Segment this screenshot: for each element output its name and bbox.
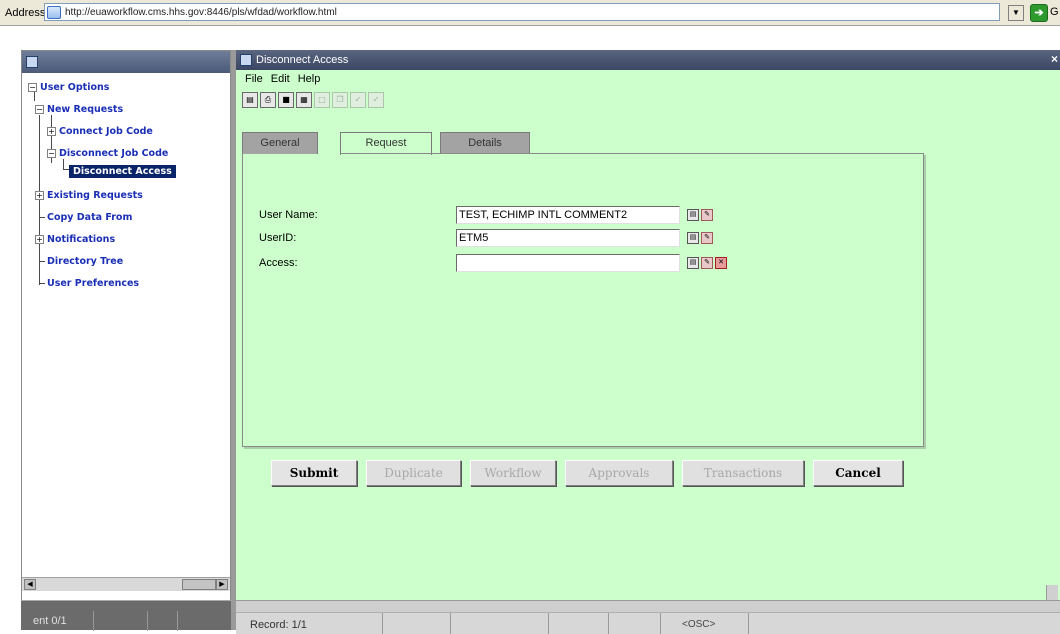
check-icon[interactable]: ✓ <box>350 92 366 108</box>
tree-item-existing-requests[interactable]: + Existing Requests <box>35 187 145 203</box>
go-arrow-icon[interactable]: ➔ <box>1030 4 1048 22</box>
expand-icon[interactable]: + <box>35 190 44 200</box>
collapse-icon[interactable]: − <box>35 104 44 114</box>
list-of-values-icon[interactable]: ▤ <box>687 257 699 269</box>
tree-item-disconnect-access[interactable]: Disconnect Access <box>69 163 176 179</box>
tree-item-connect-job-code[interactable]: + Connect Job Code <box>47 123 155 139</box>
menu-bar: File Edit Help <box>236 70 1060 88</box>
tree-item-user-preferences[interactable]: User Preferences <box>45 275 141 291</box>
toolbar: ▤ ⎙ ■ ▦ □ ❐ ✓ ✓ <box>242 90 386 110</box>
print-icon[interactable]: ⎙ <box>260 92 276 108</box>
page-icon <box>47 5 61 19</box>
edit-icon[interactable]: ✎ <box>701 209 713 221</box>
address-bar: Address http://euaworkflow.cms.hhs.gov:8… <box>0 0 1060 26</box>
expand-icon[interactable]: + <box>47 126 56 136</box>
mode-indicator: <OSC> <box>682 619 716 630</box>
edit-icon[interactable]: ✎ <box>701 257 713 269</box>
workflow-button[interactable]: Workflow <box>470 460 556 486</box>
scrollbar-corner <box>1046 585 1058 600</box>
status-divider <box>548 613 549 634</box>
scroll-right-icon[interactable]: ▶ <box>216 579 228 590</box>
form-status-bar: Record: 1/1 <OSC> <box>236 600 1060 634</box>
blank-doc-icon[interactable]: □ <box>314 92 330 108</box>
form-title: Disconnect Access <box>256 54 349 66</box>
status-divider <box>382 613 383 634</box>
delete-icon[interactable]: ✕ <box>715 257 727 269</box>
go-button[interactable]: G <box>1050 6 1059 18</box>
expand-icon[interactable]: + <box>35 234 44 244</box>
navigator-title-bar <box>22 51 230 73</box>
tab-panel-border <box>340 153 924 154</box>
navigator-panel: − User Options − New Requests + Connect … <box>21 50 231 604</box>
collapse-icon[interactable]: − <box>47 148 56 158</box>
status-divider <box>748 613 749 634</box>
menu-file[interactable]: File <box>245 73 263 85</box>
tree-item-disconnect-job-code[interactable]: − Disconnect Job Code <box>47 145 170 161</box>
url-text: http://euaworkflow.cms.hhs.gov:8446/pls/… <box>65 6 337 18</box>
status-divider <box>177 611 178 631</box>
tree-item-notifications[interactable]: + Notifications <box>35 231 117 247</box>
tree-item-user-options[interactable]: − User Options <box>28 79 111 95</box>
approvals-button[interactable]: Approvals <box>565 460 673 486</box>
duplicate-button[interactable]: Duplicate <box>366 460 461 486</box>
userid-actions: ▤ ✎ <box>687 232 715 244</box>
disk-icon[interactable]: ■ <box>278 92 294 108</box>
scroll-thumb[interactable] <box>182 579 216 590</box>
navigator-status-bar: ent 0/1 <box>21 600 231 631</box>
cancel-button[interactable]: Cancel <box>813 460 903 486</box>
close-icon[interactable]: × <box>1051 52 1058 66</box>
tree-item-directory-tree[interactable]: Directory Tree <box>45 253 125 269</box>
status-divider <box>147 611 148 631</box>
app-icon <box>26 56 38 68</box>
access-label: Access: <box>259 257 298 269</box>
request-tab-content: User Name: TEST, ECHIMP INTL COMMENT2 ▤ … <box>242 153 924 447</box>
tree-item-copy-data-from[interactable]: Copy Data From <box>45 209 134 225</box>
disconnect-access-window: Disconnect Access × File Edit Help ▤ ⎙ ■… <box>236 50 1060 634</box>
screen: Address http://euaworkflow.cms.hhs.gov:8… <box>0 0 1060 634</box>
userid-label: UserID: <box>259 232 297 244</box>
status-hint-line <box>236 601 1060 613</box>
access-field[interactable] <box>456 254 680 272</box>
tab-general[interactable]: General <box>242 132 318 154</box>
action-button-row: Submit Duplicate Workflow Approvals Tran… <box>271 460 912 488</box>
navigator-status-text: ent 0/1 <box>33 615 67 627</box>
query-icon[interactable]: ▦ <box>296 92 312 108</box>
status-divider <box>660 613 661 634</box>
check-icon[interactable]: ✓ <box>368 92 384 108</box>
list-of-values-icon[interactable]: ▤ <box>687 209 699 221</box>
url-input[interactable]: http://euaworkflow.cms.hhs.gov:8446/pls/… <box>44 3 1000 21</box>
status-divider <box>93 611 94 631</box>
collapse-icon[interactable]: − <box>28 82 37 92</box>
navigator-horizontal-scrollbar[interactable]: ◀ ▶ <box>22 577 230 591</box>
user-name-actions: ▤ ✎ <box>687 209 715 221</box>
menu-help[interactable]: Help <box>298 73 321 85</box>
list-of-values-icon[interactable]: ▤ <box>687 232 699 244</box>
form-title-bar: Disconnect Access × <box>236 50 1060 70</box>
tab-request[interactable]: Request <box>340 132 432 155</box>
user-name-label: User Name: <box>259 209 318 221</box>
tab-details[interactable]: Details <box>440 132 530 154</box>
copy-icon[interactable]: ❐ <box>332 92 348 108</box>
address-dropdown-button[interactable]: ▼ <box>1008 5 1024 21</box>
userid-field[interactable]: ETM5 <box>456 229 680 247</box>
tree-item-new-requests[interactable]: − New Requests <box>35 101 125 117</box>
address-label: Address <box>5 6 46 19</box>
transactions-button[interactable]: Transactions <box>682 460 804 486</box>
status-divider <box>450 613 451 634</box>
menu-edit[interactable]: Edit <box>271 73 290 85</box>
submit-button[interactable]: Submit <box>271 460 357 486</box>
app-icon <box>240 54 252 66</box>
edit-icon[interactable]: ✎ <box>701 232 713 244</box>
user-name-field[interactable]: TEST, ECHIMP INTL COMMENT2 <box>456 206 680 224</box>
scroll-left-icon[interactable]: ◀ <box>24 579 36 590</box>
access-actions: ▤ ✎ ✕ <box>687 257 729 269</box>
status-divider <box>608 613 609 634</box>
record-indicator: Record: 1/1 <box>250 619 307 631</box>
save-icon[interactable]: ▤ <box>242 92 258 108</box>
